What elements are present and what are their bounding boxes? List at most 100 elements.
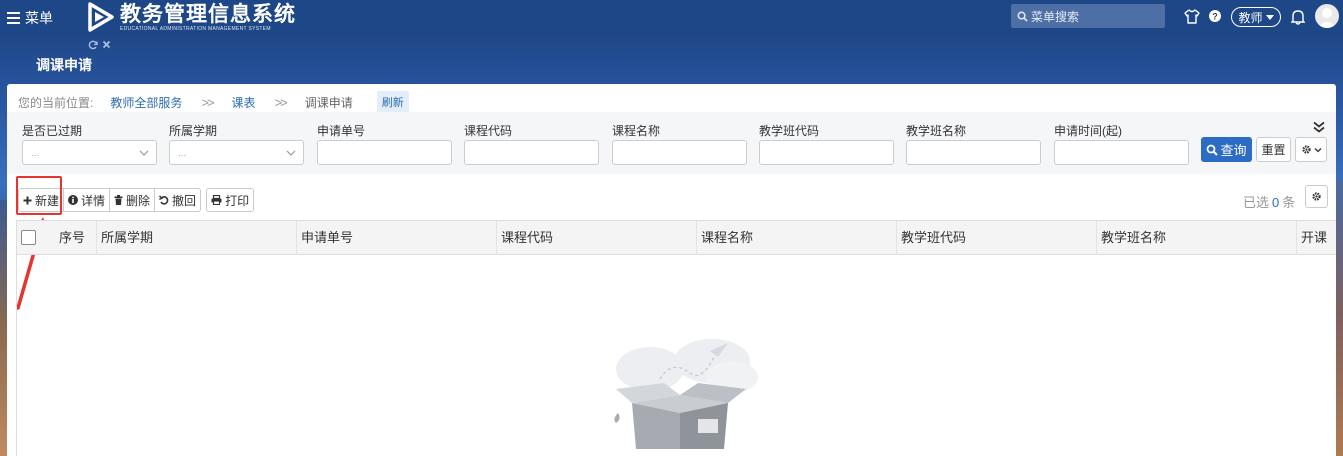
column-settings-button[interactable]: [1305, 185, 1328, 208]
role-switch-dropdown[interactable]: 教师: [1231, 7, 1281, 27]
menu-search-input[interactable]: 菜单搜索: [1011, 4, 1165, 28]
column-header-semester[interactable]: 所属学期: [96, 221, 153, 254]
tab-page-title[interactable]: 调课申请: [36, 55, 92, 75]
column-header-class-name[interactable]: 教学班名称: [1096, 221, 1166, 254]
avatar[interactable]: [1315, 4, 1339, 28]
column-header-course-name[interactable]: 课程名称: [696, 221, 753, 254]
column-header-course-code[interactable]: 课程代码: [496, 221, 553, 254]
reset-button[interactable]: 重置: [1256, 137, 1291, 162]
filter-label: 教学班代码: [759, 124, 820, 138]
bell-icon[interactable]: [1291, 9, 1305, 25]
data-table: 序号 所属学期 申请单号 课程代码 课程名称 教学班代码 教学班名称 开课: [16, 220, 1336, 456]
breadcrumb-separator-icon: >>: [274, 94, 288, 110]
column-header-application-no[interactable]: 申请单号: [296, 221, 353, 254]
filter-class-code: 教学班代码: [759, 122, 894, 165]
breadcrumb-prefix: 您的当前位置:: [18, 95, 94, 110]
filter-semester: 所属学期 ...: [169, 122, 304, 165]
filter-label: 申请时间(起): [1054, 124, 1122, 138]
svg-text:?: ?: [1212, 12, 1218, 22]
undo-icon: [159, 195, 169, 205]
application-no-input[interactable]: [317, 140, 452, 165]
new-button-highlight-box: [16, 176, 62, 215]
reload-tab-icon[interactable]: [88, 40, 98, 50]
table-header: 序号 所属学期 申请单号 课程代码 课程名称 教学班代码 教学班名称 开课: [17, 221, 1336, 255]
delete-label: 删除: [126, 193, 151, 208]
tab-tools: [88, 40, 111, 50]
menu-label: 菜单: [25, 10, 53, 26]
logo-title: 教务管理信息系统: [120, 2, 296, 26]
search-icon: [1017, 11, 1028, 22]
detail-button[interactable]: 详情: [63, 188, 111, 212]
select-all-checkbox[interactable]: [21, 230, 36, 245]
shirt-icon[interactable]: [1184, 9, 1200, 24]
refresh-button[interactable]: 刷新: [376, 91, 409, 113]
breadcrumb: 您的当前位置: 教师全部服务 >> 课表 >> 调课申请 刷新: [18, 91, 409, 113]
filter-apply-time: 申请时间(起): [1054, 122, 1189, 165]
gear-icon: [1301, 145, 1311, 154]
search-placeholder: 菜单搜索: [1031, 9, 1080, 24]
apply-time-start-input[interactable]: [1054, 140, 1189, 165]
filter-label: 课程名称: [612, 124, 661, 138]
top-bar: 菜单 教务管理信息系统 EDUCATIONAL ADMINISTRATION M…: [0, 0, 1343, 35]
delete-button[interactable]: 删除: [109, 188, 156, 212]
filter-settings-button[interactable]: [1295, 137, 1327, 162]
main-panel: 您的当前位置: 教师全部服务 >> 课表 >> 调课申请 刷新 是否已过期 ..…: [7, 84, 1336, 456]
logo-subtitle: EDUCATIONAL ADMINISTRATION MANAGEMENT SY…: [120, 25, 271, 32]
filter-expired: 是否已过期 ...: [22, 122, 157, 165]
filter-application-no: 申请单号: [317, 122, 452, 165]
course-code-input[interactable]: [464, 140, 599, 165]
help-icon[interactable]: ?: [1209, 10, 1221, 22]
query-label: 查询: [1220, 143, 1247, 158]
trash-icon: [114, 195, 123, 205]
breadcrumb-separator-icon: >>: [201, 94, 214, 110]
filter-label: 课程代码: [464, 124, 513, 138]
filter-label: 教学班名称: [906, 124, 967, 138]
close-tab-icon[interactable]: [102, 40, 111, 49]
menu-button[interactable]: 菜单: [7, 8, 53, 28]
user-icon: [1317, 8, 1337, 28]
breadcrumb-item-teacher-services[interactable]: 教师全部服务: [110, 94, 182, 111]
chevron-down-icon: [286, 150, 296, 156]
selected-count: 0: [1272, 195, 1280, 210]
revoke-label: 撤回: [172, 193, 197, 208]
column-header-open-course[interactable]: 开课: [1296, 221, 1327, 254]
selected-suffix: 条: [1282, 195, 1296, 210]
collapse-filters-icon[interactable]: [1313, 121, 1325, 133]
select-value: ...: [31, 148, 40, 159]
detail-label: 详情: [81, 193, 106, 208]
info-icon: [68, 195, 79, 205]
breadcrumb-item-current: 调课申请: [304, 95, 353, 110]
logo-play-icon: [88, 2, 114, 32]
print-button[interactable]: 打印: [206, 188, 255, 212]
print-label: 打印: [225, 193, 250, 208]
revoke-button[interactable]: 撤回: [154, 188, 202, 212]
filter-area: 是否已过期 ... 所属学期 ... 申请单号 课程代码 课程名称 教学班代码 …: [7, 112, 1336, 174]
hamburger-icon: [7, 12, 20, 24]
role-label: 教师: [1238, 10, 1263, 25]
column-header-class-code[interactable]: 教学班代码: [896, 221, 966, 254]
filter-label: 所属学期: [169, 124, 218, 138]
query-button[interactable]: 查询: [1201, 137, 1252, 162]
filter-course-code: 课程代码: [464, 122, 599, 165]
course-name-input[interactable]: [612, 140, 747, 165]
empty-box-illustration: [614, 339, 758, 449]
logo: 教务管理信息系统 EDUCATIONAL ADMINISTRATION MANA…: [88, 2, 296, 32]
semester-select[interactable]: ...: [169, 140, 304, 165]
select-value: ...: [178, 148, 187, 159]
class-code-input[interactable]: [759, 140, 894, 165]
column-header-index[interactable]: 序号: [55, 221, 85, 254]
selected-count-indicator: 已选 0 条: [1243, 192, 1295, 211]
chevron-down-icon: [1314, 147, 1321, 152]
print-icon: [211, 195, 222, 205]
filter-class-name: 教学班名称: [906, 122, 1041, 165]
filter-course-name: 课程名称: [612, 122, 747, 165]
chevron-down-icon: [139, 150, 149, 156]
expired-select[interactable]: ...: [22, 140, 157, 165]
gear-icon: [1312, 192, 1321, 201]
search-icon: [1207, 144, 1219, 156]
breadcrumb-item-timetable[interactable]: 课表: [232, 94, 256, 111]
selected-prefix: 已选: [1243, 195, 1270, 210]
class-name-input[interactable]: [906, 140, 1041, 165]
filter-label: 申请单号: [317, 124, 366, 138]
filter-label: 是否已过期: [22, 124, 83, 138]
